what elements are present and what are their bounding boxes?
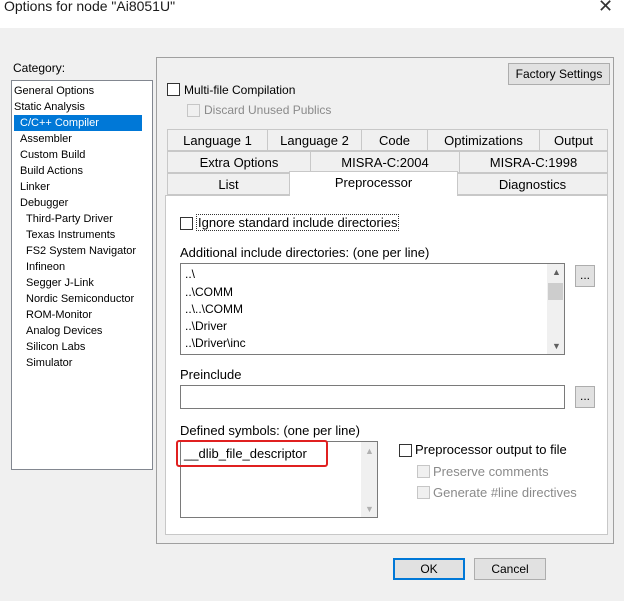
include-dirs-browse-button[interactable]: ...	[575, 265, 595, 287]
multifile-label: Multi-file Compilation	[184, 83, 296, 97]
ok-button[interactable]: OK	[393, 558, 465, 580]
include-dir-line: ..\..\COMM	[185, 302, 243, 316]
preinclude-label: Preinclude	[180, 367, 242, 382]
title-bar: Options for node "Ai8051U" ✕	[0, 0, 624, 28]
include-dir-line: ..\Driver\inc	[185, 336, 246, 350]
discard-unused-label: Discard Unused Publics	[204, 103, 332, 117]
category-item-texas-instruments[interactable]: Texas Instruments	[26, 227, 115, 243]
additional-include-label: Additional include directories: (one per…	[180, 245, 430, 260]
category-list[interactable]: General Options Static Analysis C/C++ Co…	[11, 80, 153, 470]
category-item-static-analysis[interactable]: Static Analysis	[14, 99, 85, 115]
category-item-assembler[interactable]: Assembler	[20, 131, 72, 147]
category-item-build-actions[interactable]: Build Actions	[20, 163, 83, 179]
category-item-silicon-labs[interactable]: Silicon Labs	[26, 339, 85, 355]
discard-unused-checkbox[interactable]	[187, 104, 200, 117]
tab-code[interactable]: Code	[361, 129, 428, 151]
window-title: Options for node "Ai8051U"	[4, 0, 176, 14]
tab-list[interactable]: List	[167, 173, 290, 195]
tab-preprocessor[interactable]: Preprocessor	[289, 171, 458, 196]
category-label: Category:	[13, 61, 66, 75]
preinclude-input[interactable]	[180, 385, 565, 409]
category-item-c-compiler[interactable]: C/C++ Compiler	[14, 115, 142, 131]
cancel-button[interactable]: Cancel	[474, 558, 546, 580]
close-icon[interactable]: ✕	[598, 0, 613, 17]
tab-output[interactable]: Output	[539, 129, 608, 151]
scroll-down-icon[interactable]: ▼	[365, 504, 374, 514]
defined-symbols-label: Defined symbols: (one per line)	[180, 423, 360, 438]
preprocessor-output-checkbox[interactable]	[399, 444, 412, 457]
preprocessor-output-label: Preprocessor output to file	[415, 442, 567, 457]
include-dirs-textarea[interactable]: ..\ ..\COMM ..\..\COMM ..\Driver ..\Driv…	[180, 263, 565, 355]
category-item-general-options[interactable]: General Options	[14, 83, 94, 99]
ignore-std-include-checkbox[interactable]	[180, 217, 193, 230]
category-item-debugger[interactable]: Debugger	[20, 195, 68, 211]
scroll-thumb[interactable]	[548, 283, 563, 300]
ignore-std-include-label: Ignore standard include directories	[196, 214, 400, 231]
include-dir-line: ..\Driver	[185, 319, 227, 333]
multifile-checkbox[interactable]	[167, 83, 180, 96]
scroll-down-icon[interactable]: ▼	[552, 341, 561, 351]
category-item-fs2-system-navigator[interactable]: FS2 System Navigator	[26, 243, 136, 259]
highlight-box	[176, 440, 328, 467]
category-item-simulator[interactable]: Simulator	[26, 355, 72, 371]
include-dir-line: ..\	[185, 267, 196, 281]
category-item-analog-devices[interactable]: Analog Devices	[26, 323, 102, 339]
tab-misra-1998[interactable]: MISRA-C:1998	[459, 151, 608, 173]
scroll-up-icon[interactable]: ▲	[552, 267, 561, 277]
include-dir-line: ..\COMM	[185, 285, 233, 299]
category-item-infineon[interactable]: Infineon	[26, 259, 65, 275]
category-item-custom-build[interactable]: Custom Build	[20, 147, 85, 163]
tab-extra-options[interactable]: Extra Options	[167, 151, 311, 173]
scroll-up-icon[interactable]: ▲	[365, 446, 374, 456]
tab-language-2[interactable]: Language 2	[267, 129, 362, 151]
category-item-linker[interactable]: Linker	[20, 179, 50, 195]
factory-settings-button[interactable]: Factory Settings	[508, 63, 610, 85]
preserve-comments-checkbox[interactable]	[417, 465, 430, 478]
generate-line-label: Generate #line directives	[433, 485, 577, 500]
category-item-third-party-driver[interactable]: Third-Party Driver	[26, 211, 113, 227]
tab-language-1[interactable]: Language 1	[167, 129, 268, 151]
category-item-segger-jlink[interactable]: Segger J-Link	[26, 275, 94, 291]
preserve-comments-label: Preserve comments	[433, 464, 549, 479]
tab-misra-2004[interactable]: MISRA-C:2004	[310, 151, 460, 173]
tab-diagnostics[interactable]: Diagnostics	[457, 173, 608, 195]
category-item-nordic-semiconductor[interactable]: Nordic Semiconductor	[26, 291, 134, 307]
preinclude-browse-button[interactable]: ...	[575, 386, 595, 408]
generate-line-checkbox[interactable]	[417, 486, 430, 499]
tab-optimizations[interactable]: Optimizations	[427, 129, 540, 151]
category-item-rom-monitor[interactable]: ROM-Monitor	[26, 307, 92, 323]
